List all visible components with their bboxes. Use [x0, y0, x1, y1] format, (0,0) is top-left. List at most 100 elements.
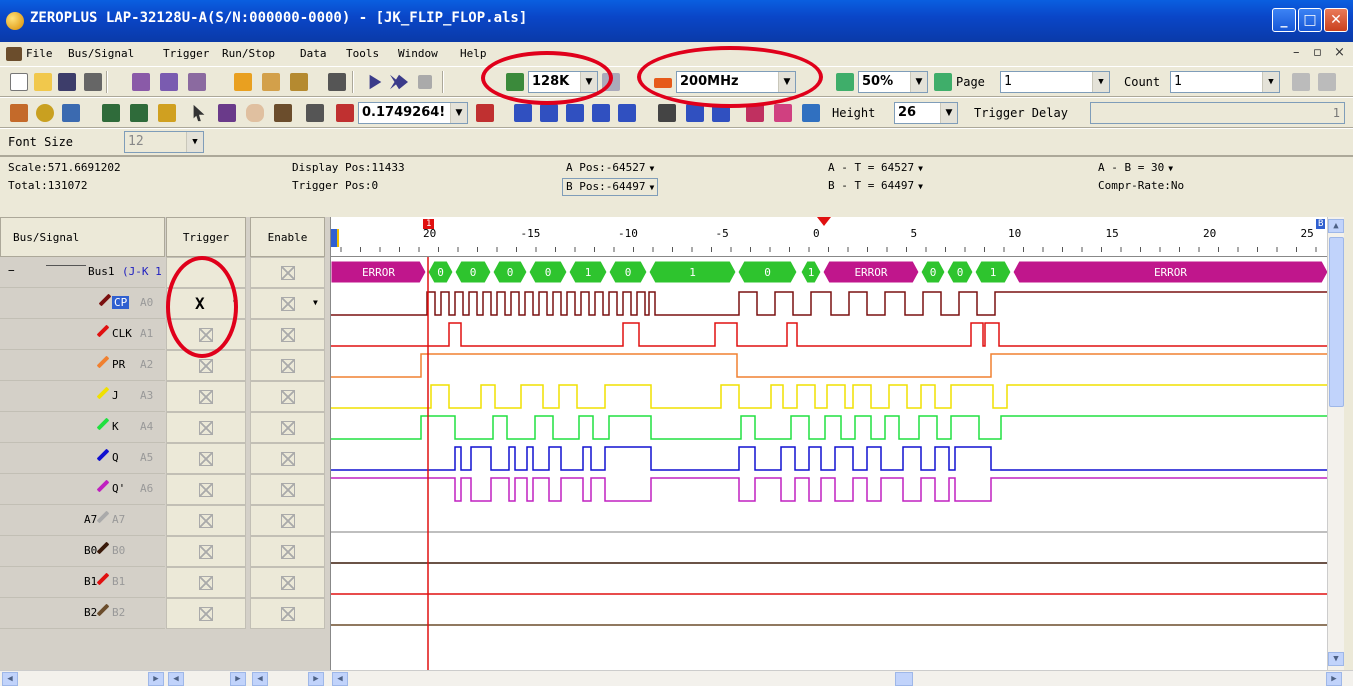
mdi-close-icon[interactable]: ×	[1334, 45, 1345, 60]
signal-trigger-cell[interactable]	[166, 381, 246, 412]
enable-checkbox-icon[interactable]	[280, 545, 295, 559]
maximize-button[interactable]: □	[1298, 8, 1322, 32]
table-scroll-left-icon[interactable]: ◀	[2, 672, 18, 686]
signal-color-icon[interactable]	[96, 355, 110, 369]
waveform-clk[interactable]	[331, 322, 1328, 347]
scroll-up-icon[interactable]: ▲	[1328, 219, 1344, 233]
waveform-pr[interactable]	[331, 353, 1328, 378]
signal-color-icon[interactable]	[96, 603, 110, 617]
save-icon[interactable]	[58, 73, 76, 91]
a-t-dropdown-icon[interactable]: ▼	[914, 164, 923, 173]
signal-enable-cell[interactable]	[250, 443, 325, 474]
signal-color-icon[interactable]	[96, 510, 110, 524]
enable-checkbox-icon[interactable]	[280, 514, 295, 528]
font-size-select[interactable]: 12 ▼	[124, 131, 204, 153]
signal-trigger-cell[interactable]	[166, 567, 246, 598]
display-icon[interactable]	[102, 104, 120, 122]
capture-2-icon[interactable]	[160, 73, 178, 91]
compare-2-icon[interactable]	[1318, 73, 1336, 91]
document-icon[interactable]	[6, 47, 22, 61]
bus-enable-cell[interactable]	[250, 257, 325, 288]
signal-enable-cell[interactable]	[250, 350, 325, 381]
enable-checkbox-icon[interactable]	[280, 328, 295, 342]
open-folder-icon[interactable]	[34, 73, 52, 91]
signal-trigger-cell[interactable]	[166, 505, 246, 536]
report-icon[interactable]	[328, 73, 346, 91]
enable-scroll-left-icon[interactable]: ◀	[252, 672, 268, 686]
enable-checkbox-icon[interactable]	[280, 452, 295, 466]
wave-scroll-right-icon[interactable]: ▶	[1326, 672, 1342, 686]
waveform-j[interactable]	[331, 384, 1328, 409]
bus-row-name[interactable]: − Bus1 (J-K 1	[0, 257, 165, 288]
signal-trigger-cell[interactable]	[166, 598, 246, 629]
hand-icon[interactable]	[246, 104, 264, 122]
signal-color-icon[interactable]	[96, 448, 110, 462]
trigger-checkbox-icon[interactable]	[199, 359, 213, 373]
bar-2-icon[interactable]	[540, 104, 558, 122]
height-select[interactable]: 26 ▼	[894, 102, 958, 124]
prev-icon[interactable]	[686, 104, 704, 122]
waveform-k[interactable]	[331, 415, 1328, 440]
display-2-icon[interactable]	[130, 104, 148, 122]
select-icon[interactable]	[218, 104, 236, 122]
a-b-dropdown-icon[interactable]: ▼	[1164, 164, 1173, 173]
waveform-cp[interactable]	[331, 291, 1328, 316]
signal-color-icon[interactable]	[96, 386, 110, 400]
a-pos-info[interactable]: A Pos:-64527 ▼	[566, 161, 654, 174]
display-3-icon[interactable]	[158, 104, 176, 122]
settings-icon[interactable]	[802, 104, 820, 122]
waveform-q[interactable]	[331, 446, 1328, 471]
trigger-checkbox-icon[interactable]	[199, 576, 213, 590]
trigger-setup-icon[interactable]	[290, 73, 308, 91]
capture-3-icon[interactable]	[188, 73, 206, 91]
enable-checkbox-icon[interactable]	[280, 607, 295, 621]
bar-1-icon[interactable]	[514, 104, 532, 122]
signal-row-name[interactable]: B2 B2	[0, 598, 165, 629]
print-icon[interactable]	[84, 73, 102, 91]
menu-data[interactable]: Data	[300, 47, 327, 60]
signal-enable-cell[interactable]	[250, 598, 325, 629]
enable-checkbox-icon[interactable]	[280, 390, 295, 404]
capture-icon[interactable]	[132, 73, 150, 91]
table-scroll-right-icon[interactable]: ▶	[148, 672, 164, 686]
cursor-2-icon[interactable]	[476, 104, 494, 122]
signal-row-name[interactable]: Q' A6	[0, 474, 165, 505]
waveform-icon[interactable]	[274, 104, 292, 122]
signal-color-icon[interactable]	[96, 541, 110, 555]
signal-row-name[interactable]: PR A2	[0, 350, 165, 381]
b-t-dropdown-icon[interactable]: ▼	[914, 182, 923, 191]
enable-scroll-right-icon[interactable]: ▶	[308, 672, 324, 686]
menu-tools[interactable]: Tools	[346, 47, 379, 60]
signal-enable-cell[interactable]	[250, 505, 325, 536]
signal-enable-cell[interactable]	[250, 536, 325, 567]
signal-color-icon[interactable]	[96, 479, 110, 493]
menu-window[interactable]: Window	[398, 47, 438, 60]
bus-icon[interactable]	[774, 104, 792, 122]
trigger-checkbox-icon[interactable]	[199, 607, 213, 621]
signal-enable-cell[interactable]	[250, 381, 325, 412]
run-icon[interactable]	[369, 74, 382, 90]
signal-enable-cell[interactable]	[250, 319, 325, 350]
grid-icon[interactable]	[62, 104, 80, 122]
trigger-scroll-right-icon[interactable]: ▶	[230, 672, 246, 686]
b-t-info[interactable]: B - T = 64497 ▼	[828, 179, 923, 192]
marker-icon[interactable]	[306, 104, 324, 122]
menu-run-stop[interactable]: Run/Stop	[222, 47, 275, 60]
signal-row-name[interactable]: CLK A1	[0, 319, 165, 350]
bar-5-icon[interactable]	[618, 104, 636, 122]
trigger-checkbox-icon[interactable]	[199, 452, 213, 466]
signal-row-name[interactable]: Q A5	[0, 443, 165, 474]
waveform-area[interactable]: 20 -15 -10 -5 0 5 10 15 20 25 1 B ERROR 0 0 0 0 1 0 1 0 1 ERR…	[330, 217, 1328, 670]
signal-color-icon[interactable]	[96, 572, 110, 586]
b-pos-dropdown-icon[interactable]: ▼	[645, 183, 654, 192]
menu-trigger[interactable]: Trigger	[163, 47, 209, 60]
scroll-down-icon[interactable]: ▼	[1328, 652, 1344, 666]
clock-icon[interactable]	[36, 104, 54, 122]
zoom-select[interactable]: 50% ▼	[858, 71, 928, 93]
trigger-checkbox-icon[interactable]	[199, 514, 213, 528]
clock-setup-icon[interactable]	[262, 73, 280, 91]
trigger-checkbox-icon[interactable]	[199, 483, 213, 497]
signal-row-name[interactable]: K A4	[0, 412, 165, 443]
signal-enable-cell[interactable]	[250, 474, 325, 505]
trigger-checkbox-icon[interactable]	[199, 421, 213, 435]
